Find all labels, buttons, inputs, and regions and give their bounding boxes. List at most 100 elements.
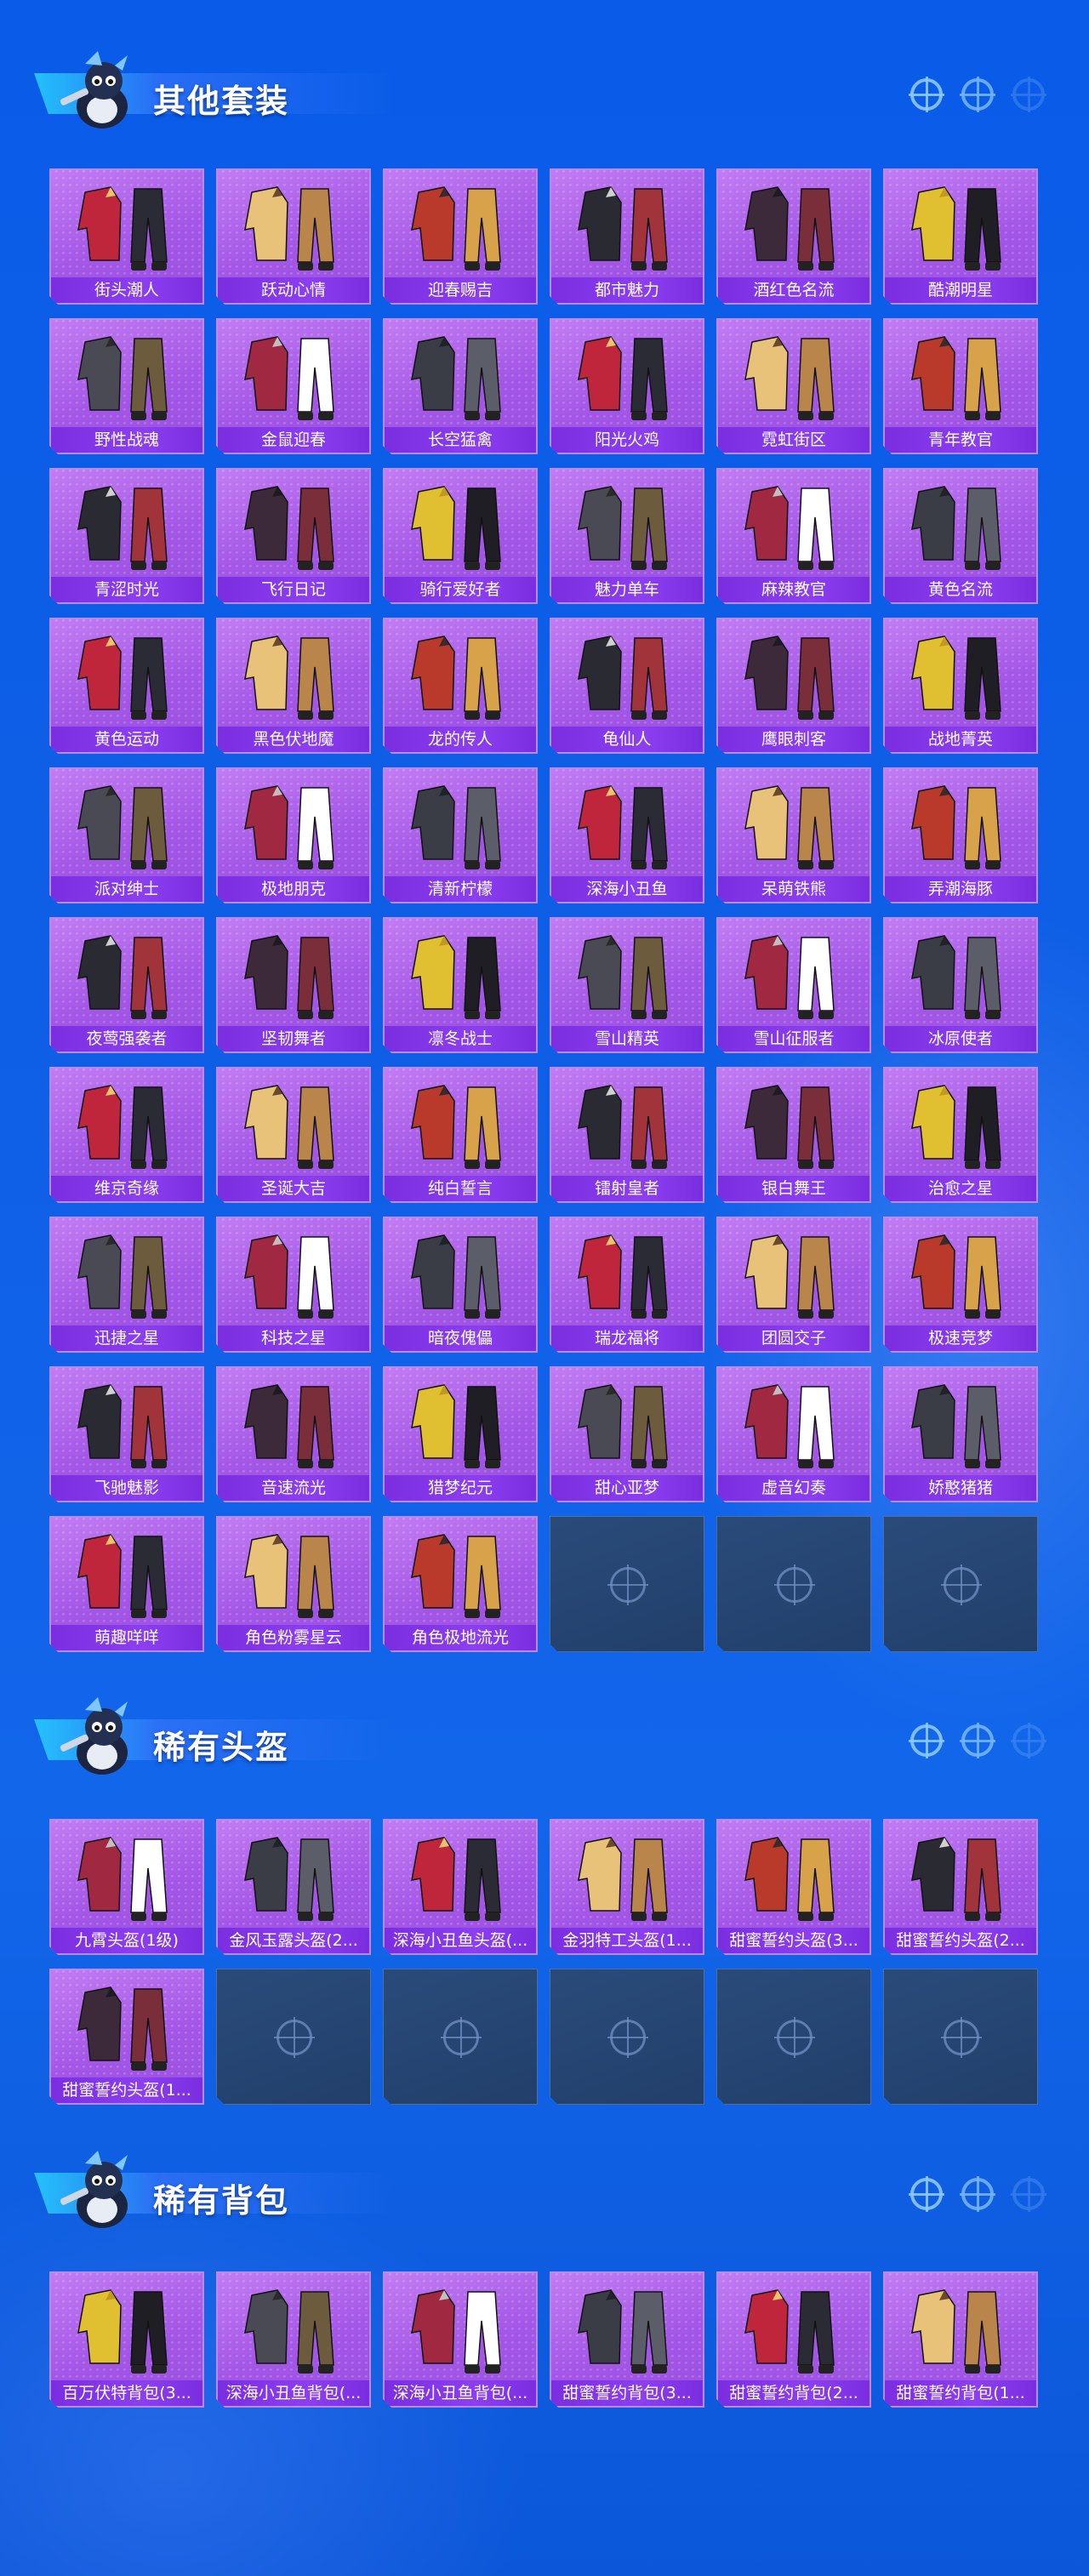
item-card[interactable]: 长空猛禽	[383, 318, 538, 454]
item-card[interactable]: 飞驰魅影	[49, 1366, 204, 1502]
outfit-thumbnail-icon	[560, 476, 696, 574]
item-card[interactable]: 夜莺强袭者	[49, 917, 204, 1053]
item-label: 甜蜜誓约头盔(2...	[885, 1928, 1036, 1953]
item-card[interactable]: 龙的传人	[383, 618, 538, 754]
item-card[interactable]: 黄色名流	[883, 468, 1038, 604]
item-card[interactable]: 派对绅士	[49, 767, 204, 903]
item-card[interactable]: 甜蜜誓约背包(1...	[883, 2271, 1038, 2408]
item-label: 角色粉雾星云	[218, 1625, 369, 1650]
item-card[interactable]: 甜心亚梦	[550, 1366, 704, 1502]
item-label: 坚韧舞者	[218, 1026, 369, 1051]
item-card[interactable]: 魅力单车	[550, 468, 704, 604]
item-card[interactable]: 鹰眼刺客	[716, 618, 871, 754]
item-card[interactable]: 甜蜜誓约头盔(1...	[49, 1969, 204, 2105]
item-label: 飞驰魅影	[51, 1475, 202, 1501]
item-card[interactable]: 呆萌铁熊	[716, 767, 871, 903]
item-card[interactable]: 坚韧舞者	[216, 917, 371, 1053]
item-card[interactable]: 酒红色名流	[716, 168, 871, 305]
item-card[interactable]: 黄色运动	[49, 618, 204, 754]
item-card[interactable]: 战地菁英	[883, 618, 1038, 754]
item-card[interactable]: 野性战魂	[49, 318, 204, 454]
item-card[interactable]: 深海小丑鱼背包(...	[383, 2271, 538, 2408]
item-card[interactable]: 雪山精英	[550, 917, 704, 1053]
item-card[interactable]: 甜蜜誓约背包(3...	[550, 2271, 704, 2408]
outfit-thumbnail-icon	[560, 177, 696, 275]
item-card[interactable]: 科技之星	[216, 1217, 371, 1353]
outfit-thumbnail-icon	[393, 2280, 529, 2378]
item-card[interactable]: 甜蜜誓约头盔(3...	[716, 1819, 871, 1955]
outfit-thumbnail-icon	[893, 2280, 1029, 2378]
item-card[interactable]: 雪山征服者	[716, 917, 871, 1053]
item-card[interactable]: 麻辣教官	[716, 468, 871, 604]
item-card[interactable]: 街头潮人	[49, 168, 204, 305]
item-card[interactable]: 弄潮海豚	[883, 767, 1038, 903]
item-card[interactable]: 镭射皇者	[550, 1067, 704, 1203]
crosshair-icon	[277, 2020, 312, 2055]
item-card[interactable]: 治愈之星	[883, 1067, 1038, 1203]
item-card[interactable]: 瑞龙福将	[550, 1217, 704, 1353]
empty-slot	[716, 1969, 871, 2105]
item-card[interactable]: 纯白誓言	[383, 1067, 538, 1203]
item-card[interactable]: 冰原使者	[883, 917, 1038, 1053]
item-label: 深海小丑鱼	[551, 876, 703, 902]
outfit-thumbnail-icon	[60, 1525, 196, 1622]
item-card[interactable]: 金风玉露头盔(2...	[216, 1819, 371, 1955]
item-card[interactable]: 暗夜傀儡	[383, 1217, 538, 1353]
item-card[interactable]: 清新柠檬	[383, 767, 538, 903]
item-card[interactable]: 深海小丑鱼	[550, 767, 704, 903]
item-card[interactable]: 极速竞梦	[883, 1217, 1038, 1353]
item-card[interactable]: 百万伏特背包(3...	[49, 2271, 204, 2408]
item-card[interactable]: 银白舞王	[716, 1067, 871, 1203]
item-card[interactable]: 金鼠迎春	[216, 318, 371, 454]
item-label: 银白舞王	[718, 1176, 869, 1201]
crosshair-icon	[960, 77, 995, 112]
item-card[interactable]: 黑色伏地魔	[216, 618, 371, 754]
item-card[interactable]: 青涩时光	[49, 468, 204, 604]
item-card[interactable]: 龟仙人	[550, 618, 704, 754]
item-card[interactable]: 维京奇缘	[49, 1067, 204, 1203]
item-label: 麻辣教官	[718, 577, 869, 602]
item-label: 清新柠檬	[385, 876, 536, 902]
item-card[interactable]: 飞行日记	[216, 468, 371, 604]
item-label: 凛冬战士	[385, 1026, 536, 1051]
item-card[interactable]: 娇憨猪猪	[883, 1366, 1038, 1502]
crosshair-icon	[777, 1567, 812, 1603]
outfit-thumbnail-icon	[727, 1225, 863, 1323]
item-card[interactable]: 萌趣咩咩	[49, 1516, 204, 1652]
item-card[interactable]: 跃动心情	[216, 168, 371, 305]
item-label: 甜蜜誓约头盔(3...	[718, 1928, 869, 1953]
item-label: 娇憨猪猪	[885, 1475, 1036, 1501]
outfit-thumbnail-icon	[393, 626, 529, 724]
item-card[interactable]: 深海小丑鱼背包(...	[216, 2271, 371, 2408]
item-card[interactable]: 角色粉雾星云	[216, 1516, 371, 1652]
item-card[interactable]: 青年教官	[883, 318, 1038, 454]
item-card[interactable]: 角色极地流光	[383, 1516, 538, 1652]
crosshair-icon	[777, 2020, 812, 2055]
outfit-thumbnail-icon	[727, 2280, 863, 2378]
item-card[interactable]: 深海小丑鱼头盔(...	[383, 1819, 538, 1955]
item-card[interactable]: 霓虹街区	[716, 318, 871, 454]
item-card[interactable]: 都市魅力	[550, 168, 704, 305]
item-card[interactable]: 金羽特工头盔(1...	[550, 1819, 704, 1955]
item-card[interactable]: 甜蜜誓约背包(2...	[716, 2271, 871, 2408]
item-card[interactable]: 团圆交子	[716, 1217, 871, 1353]
item-card[interactable]: 骑行爱好者	[383, 468, 538, 604]
item-card[interactable]: 凛冬战士	[383, 917, 538, 1053]
empty-slot	[216, 1969, 371, 2105]
item-card[interactable]: 甜蜜誓约头盔(2...	[883, 1819, 1038, 1955]
item-card[interactable]: 猎梦纪元	[383, 1366, 538, 1502]
crosshair-icon	[909, 1723, 944, 1758]
item-card[interactable]: 圣诞大吉	[216, 1067, 371, 1203]
item-card[interactable]: 虚音幻奏	[716, 1366, 871, 1502]
item-card[interactable]: 酷潮明星	[883, 168, 1038, 305]
item-card[interactable]: 迎春赐吉	[383, 168, 538, 305]
item-card[interactable]: 迅捷之星	[49, 1217, 204, 1353]
item-label: 雪山精英	[551, 1026, 703, 1051]
item-card[interactable]: 阳光火鸡	[550, 318, 704, 454]
item-card[interactable]: 音速流光	[216, 1366, 371, 1502]
crosshair-icon	[1011, 2176, 1046, 2212]
outfit-thumbnail-icon	[893, 1075, 1029, 1173]
item-card[interactable]: 九霄头盔(1级)	[49, 1819, 204, 1955]
item-card[interactable]: 极地朋克	[216, 767, 371, 903]
outfit-thumbnail-icon	[893, 1827, 1029, 1925]
